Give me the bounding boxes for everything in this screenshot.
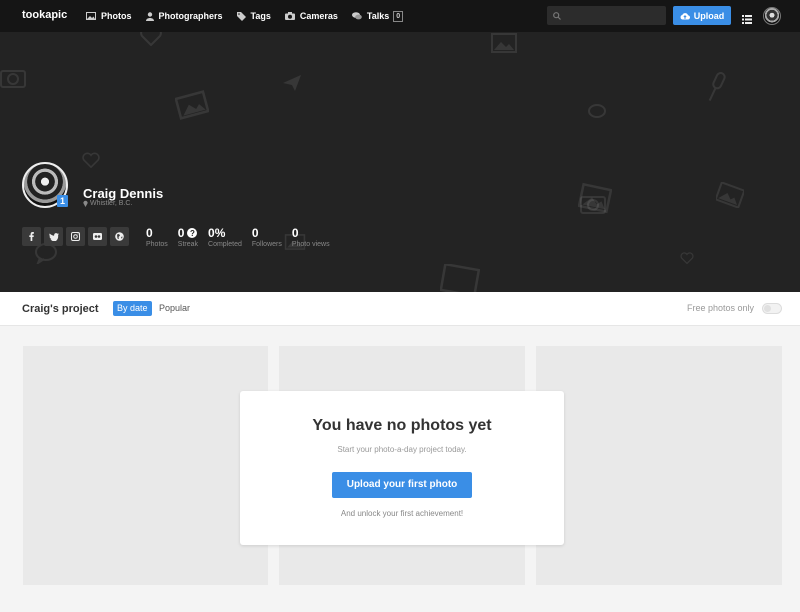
main-nav: Photos Photographers Tags Cameras Talks …	[86, 0, 417, 32]
photo-icon	[440, 264, 480, 292]
search-input[interactable]	[565, 10, 660, 21]
heart-icon	[82, 152, 100, 168]
search-icon	[553, 11, 561, 20]
flickr-icon	[93, 233, 102, 240]
photo-icon	[716, 182, 744, 208]
nav-item-talks[interactable]: Talks 0	[351, 10, 404, 22]
flickr-link[interactable]	[88, 227, 107, 246]
nav-label: Cameras	[299, 11, 338, 21]
nav-item-tags[interactable]: Tags	[236, 11, 271, 21]
nav-item-cameras[interactable]: Cameras	[284, 11, 338, 21]
heart-icon	[140, 32, 162, 46]
paper-plane-icon	[283, 75, 301, 91]
empty-state-title: You have no photos yet	[312, 417, 492, 434]
stat-value: 0	[291, 226, 299, 240]
photo-placeholder	[536, 346, 782, 585]
twitter-icon	[48, 232, 59, 241]
profile-hero: 1 Craig Dennis Whistler, B.C. 0 Photos 0	[0, 32, 800, 292]
chat-icon	[351, 12, 362, 20]
photo-icon	[491, 33, 517, 53]
map-pin-icon	[83, 200, 88, 207]
chat-icon	[588, 104, 606, 118]
empty-state-subtitle: Start your photo-a-day project today.	[337, 445, 467, 454]
stat-completed[interactable]: 0% Completed	[208, 226, 242, 248]
free-photos-label: Free photos only	[687, 303, 755, 313]
twitter-link[interactable]	[44, 227, 63, 246]
stat-value: 0	[251, 226, 259, 240]
photo-placeholder	[23, 346, 268, 585]
empty-state-card: You have no photos yet Start your photo-…	[240, 391, 564, 545]
stat-label: Photos	[146, 241, 168, 248]
help-icon[interactable]: ?	[187, 228, 198, 238]
cloud-upload-icon	[680, 12, 690, 20]
camera-icon	[0, 70, 26, 88]
toggle-knob	[764, 305, 771, 312]
facebook-link[interactable]	[22, 227, 41, 246]
nav-label: Talks	[366, 11, 390, 21]
facebook-icon	[29, 232, 34, 241]
heart-icon	[680, 252, 694, 264]
stat-label: Streak	[177, 241, 199, 248]
upload-label: Upload	[693, 10, 725, 21]
project-bar: Craig's project By date Popular Free pho…	[0, 292, 800, 326]
stat-value-row: 0 ?	[178, 226, 198, 240]
list-icon[interactable]	[742, 11, 752, 29]
website-link[interactable]	[110, 227, 129, 246]
stat-value: 0%	[208, 226, 226, 240]
stat-value: 0	[146, 226, 153, 240]
profile-location: Whistler, B.C.	[83, 200, 132, 207]
stat-label: Photo views	[291, 241, 330, 248]
nav-item-photographers[interactable]: Photographers	[145, 11, 223, 21]
location-text: Whistler, B.C.	[90, 200, 133, 207]
stat-value: 0	[177, 226, 185, 240]
camera-icon	[284, 12, 295, 20]
photo-icon	[175, 90, 209, 120]
top-navigation-bar: tookapic Photos Photographers Tags Camer…	[0, 0, 800, 32]
talks-count-badge: 0	[393, 10, 404, 22]
globe-icon	[115, 232, 124, 241]
stat-streak[interactable]: 0 ? Streak	[178, 226, 198, 248]
user-icon	[145, 11, 154, 21]
profile-stats: 0 Photos 0 ? Streak 0% Completed 0 Follo…	[146, 226, 340, 248]
pin-icon	[708, 72, 726, 102]
tab-by-date[interactable]: By date	[113, 301, 152, 316]
instagram-link[interactable]	[66, 227, 85, 246]
instagram-icon	[71, 232, 80, 241]
user-avatar[interactable]	[763, 7, 781, 25]
nav-item-photos[interactable]: Photos	[86, 11, 132, 21]
project-title: Craig's project	[22, 303, 99, 315]
upload-button[interactable]: Upload	[673, 6, 731, 25]
level-badge: 1	[57, 195, 68, 207]
profile-name: Craig Dennis	[83, 186, 164, 201]
camera-icon	[580, 196, 606, 214]
nav-label: Tags	[250, 11, 271, 21]
empty-state-footer: And unlock your first achievement!	[340, 509, 464, 518]
stat-photo-views[interactable]: 0 Photo views	[292, 226, 330, 248]
free-photos-toggle[interactable]	[762, 303, 782, 314]
image-icon	[86, 12, 96, 20]
tag-icon	[236, 11, 246, 21]
stat-label: Followers	[251, 241, 282, 248]
nav-label: Photographers	[158, 11, 223, 21]
stat-label: Completed	[208, 241, 242, 248]
upload-first-photo-button[interactable]: Upload your first photo	[332, 472, 472, 498]
stat-photos[interactable]: 0 Photos	[146, 226, 168, 248]
search-box[interactable]	[547, 6, 666, 25]
stat-followers[interactable]: 0 Followers	[252, 226, 282, 248]
logo[interactable]: tookapic	[22, 9, 67, 21]
tab-popular[interactable]: Popular	[159, 301, 190, 316]
social-links	[22, 227, 132, 246]
nav-label: Photos	[101, 11, 132, 21]
